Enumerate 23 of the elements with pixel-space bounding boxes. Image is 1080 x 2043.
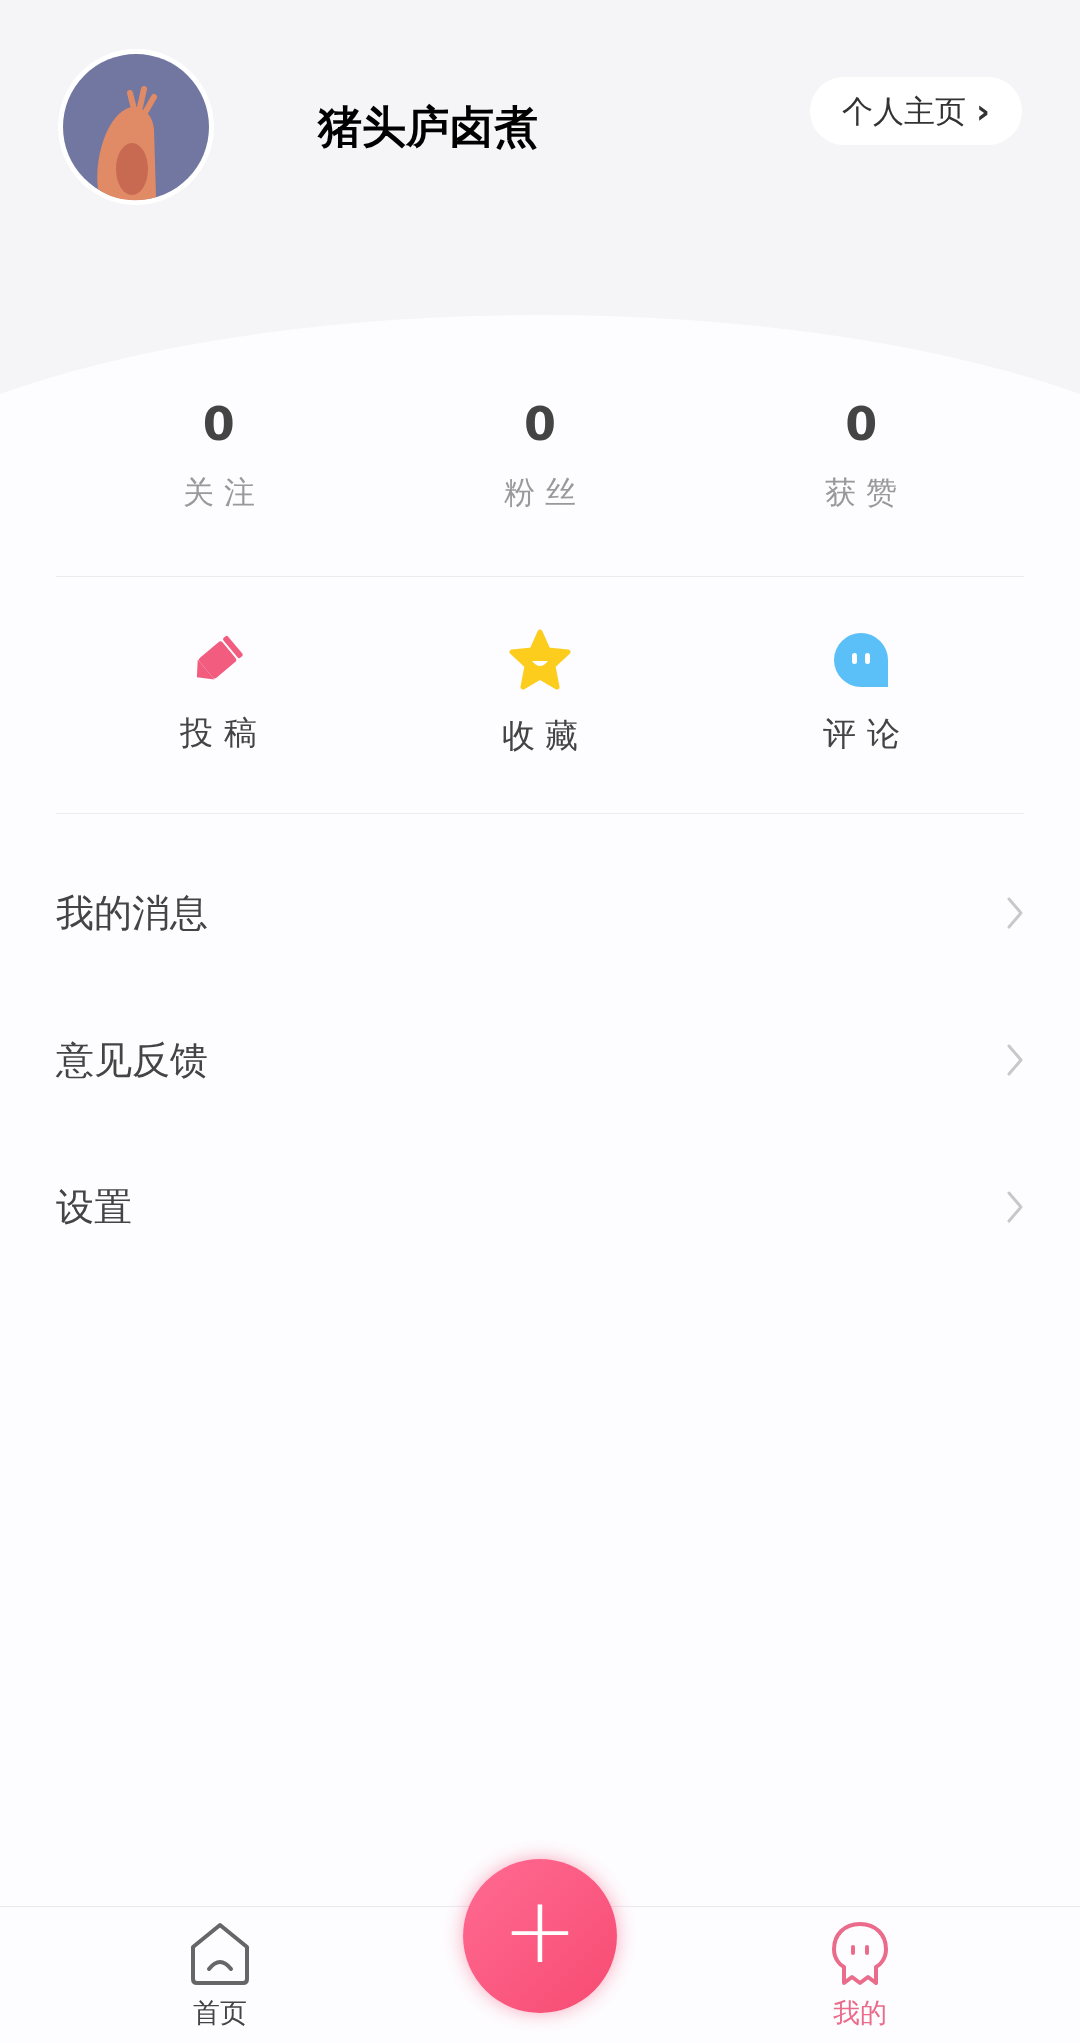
menu-item[interactable]: 设置 [0,1133,1080,1281]
user-name: 猪头庐卤煮 [318,100,538,154]
stat-count: 0 [845,401,878,447]
chat-bubble-icon [832,630,891,689]
menu-item[interactable]: 我的消息 [0,839,1080,987]
menu-label: 设置 [56,1183,132,1231]
menu-label: 意见反馈 [56,1036,208,1084]
homepage-button[interactable]: 个人主页 › [810,77,1022,145]
stat-count: 0 [202,401,235,447]
chevron-right-icon [1006,1190,1024,1224]
stat-count: 0 [524,401,556,447]
chevron-right-icon [1006,896,1024,930]
shortcut-label[interactable]: 投 稿 [180,707,257,758]
shortcut-label[interactable]: 评 论 [823,708,900,759]
tab[interactable]: 首页 [189,1907,251,2043]
chevron-right-icon [1006,1043,1024,1077]
star-icon [508,628,572,691]
ghost-icon [830,1921,890,1987]
menu-label: 我的消息 [56,889,208,937]
home-icon [189,1921,251,1987]
avatar-icon [58,49,214,205]
menu-item[interactable]: 意见反馈 [0,986,1080,1134]
shortcut-label[interactable]: 收 藏 [501,710,579,761]
